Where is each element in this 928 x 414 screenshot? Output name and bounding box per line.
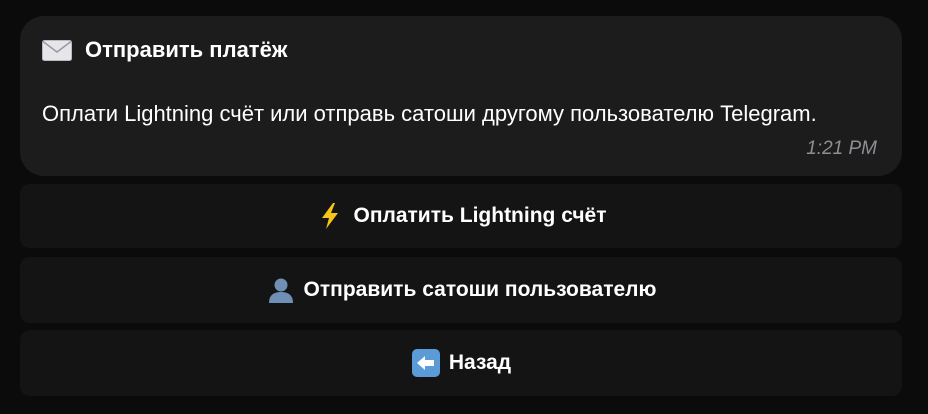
back-button[interactable]: Назад [20,330,902,396]
send-sats-to-user-button[interactable]: Отправить сатоши пользователю [20,257,902,323]
pay-lightning-invoice-button[interactable]: Оплатить Lightning счёт [20,184,902,248]
lightning-icon [322,203,339,229]
send-sats-to-user-label: Отправить сатоши пользователю [303,278,657,301]
message-bubble: Отправить платёж Оплати Lightning счёт и… [20,16,902,176]
envelope-icon [42,39,72,61]
back-label: Назад [448,351,512,374]
pay-lightning-invoice-label: Оплатить Lightning счёт [353,204,607,227]
user-silhouette-icon [268,278,293,303]
message-title: Отправить платёж [42,36,287,64]
message-text: Оплати Lightning счёт или отправь сатоши… [42,101,817,126]
back-arrow-icon [411,349,440,377]
chat-view: Отправить платёж Оплати Lightning счёт и… [0,0,928,414]
message-time: 1:21 PM [806,138,877,159]
message-title-text: Отправить платёж [85,37,288,62]
